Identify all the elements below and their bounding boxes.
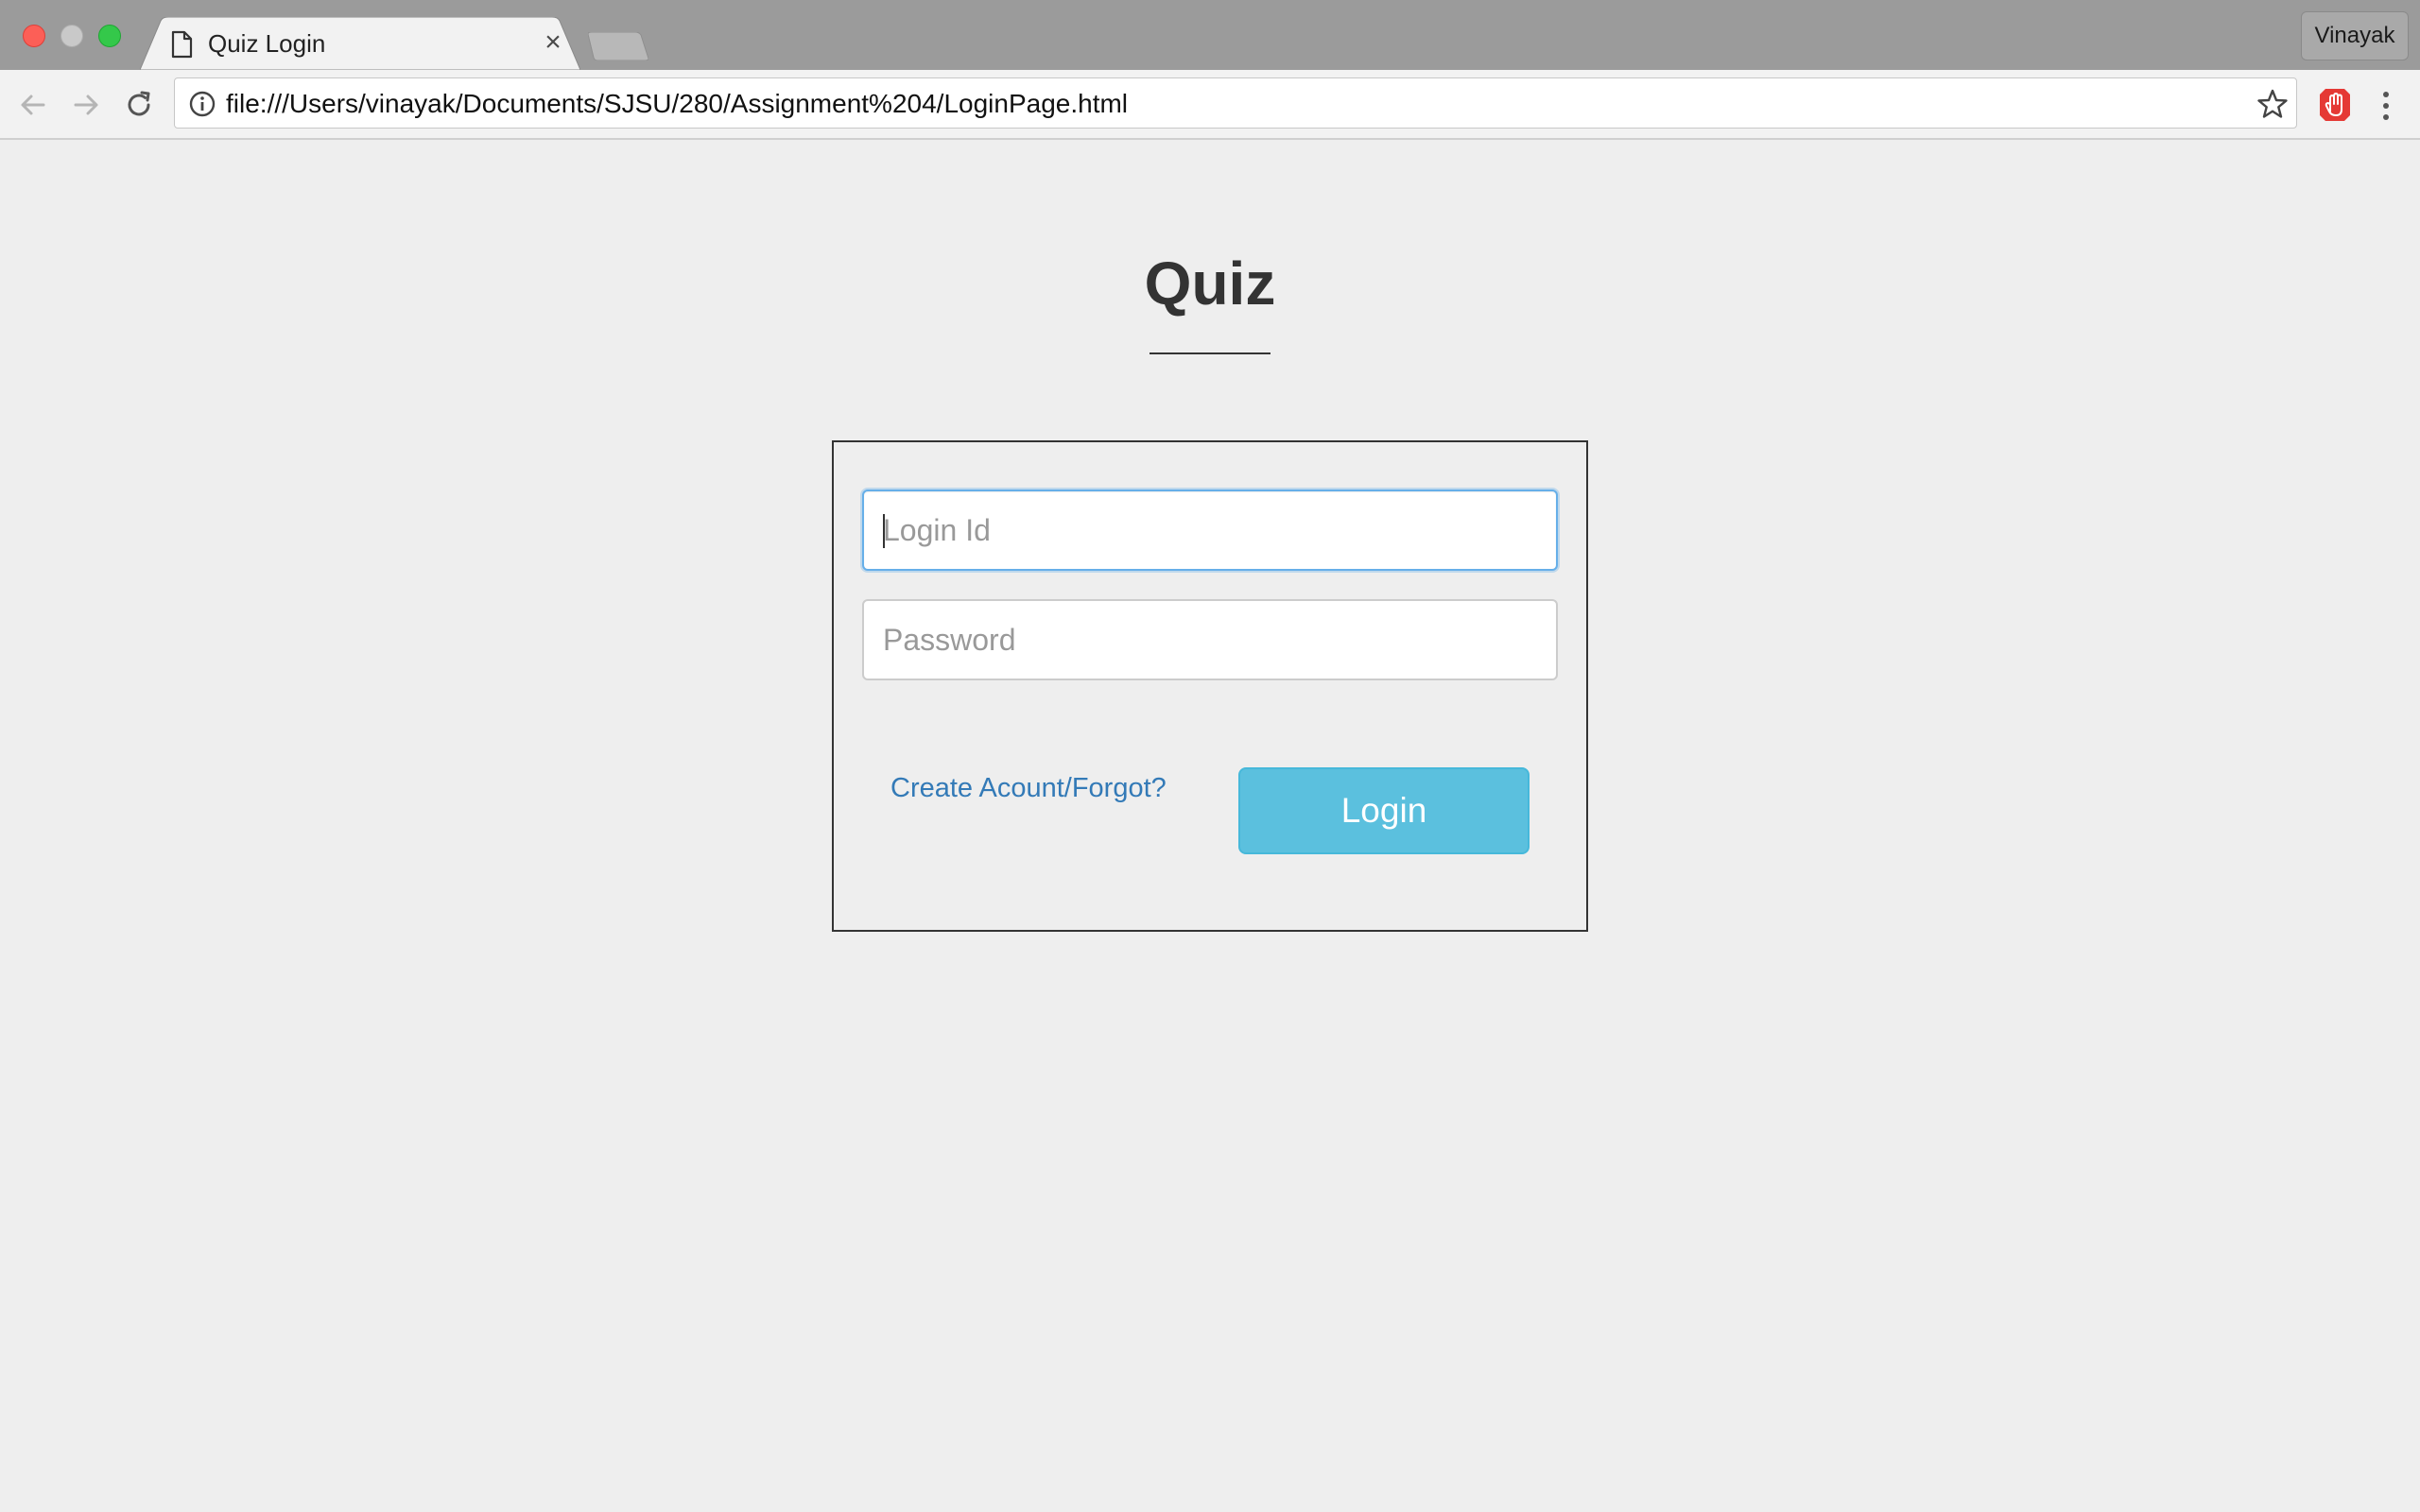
title-divider xyxy=(1150,352,1270,354)
window-maximize-button[interactable] xyxy=(98,25,121,47)
password-input[interactable] xyxy=(862,599,1558,680)
window-minimize-button[interactable] xyxy=(60,25,83,47)
info-icon[interactable] xyxy=(188,90,216,118)
browser-toolbar: file:///Users/vinayak/Documents/SJSU/280… xyxy=(0,70,2420,140)
url-text[interactable]: file:///Users/vinayak/Documents/SJSU/280… xyxy=(226,88,1128,120)
profile-button[interactable]: Vinayak xyxy=(2301,11,2409,60)
ad-blocker-icon[interactable] xyxy=(2318,87,2352,123)
browser-window: Quiz Login × Vinayak file:///Users/vinay… xyxy=(0,0,2420,1512)
document-icon xyxy=(171,30,193,59)
tab-close-icon[interactable]: × xyxy=(541,28,565,57)
create-account-forgot-link[interactable]: Create Acount/Forgot? xyxy=(890,771,1167,805)
text-caret xyxy=(883,514,885,548)
forward-arrow-icon[interactable] xyxy=(70,89,102,121)
reload-icon[interactable] xyxy=(123,89,155,121)
login-button[interactable]: Login xyxy=(1238,767,1530,854)
tab-quiz-login[interactable]: Quiz Login × xyxy=(140,17,580,70)
kebab-menu-icon[interactable] xyxy=(2377,89,2395,123)
login-id-input[interactable] xyxy=(862,490,1558,571)
tab-strip: Quiz Login × Vinayak xyxy=(0,0,2420,70)
star-icon[interactable] xyxy=(2256,88,2289,120)
tab-title: Quiz Login xyxy=(208,29,326,58)
window-close-button[interactable] xyxy=(23,25,45,47)
back-arrow-icon[interactable] xyxy=(17,89,49,121)
tab-background xyxy=(140,17,580,70)
login-form: Create Acount/Forgot? Login xyxy=(832,440,1588,932)
address-bar[interactable]: file:///Users/vinayak/Documents/SJSU/280… xyxy=(174,77,2297,129)
page-title: Quiz xyxy=(1144,249,1276,318)
new-tab-button[interactable] xyxy=(588,32,648,60)
